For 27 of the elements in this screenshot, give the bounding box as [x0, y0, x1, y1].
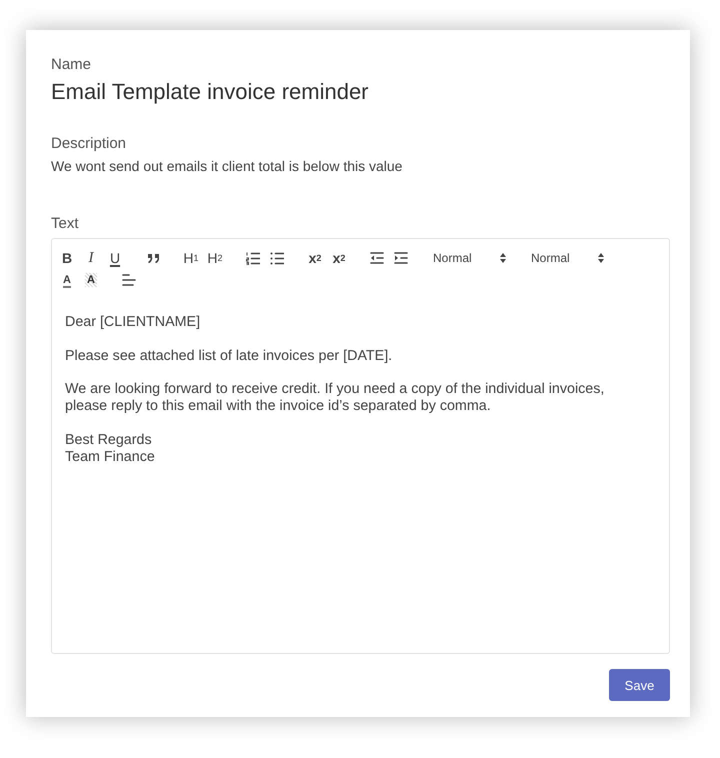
save-button[interactable]: Save [609, 669, 670, 701]
bullet-list-icon [270, 252, 284, 264]
dropdown[interactable]: Normal [427, 247, 525, 269]
italic-button[interactable]: I [79, 247, 103, 269]
body-text: Please see attached list of late invoices per [DATE]. [65, 348, 394, 364]
text-color-button[interactable]: A [55, 269, 79, 291]
body-text: Best Regards [65, 432, 153, 448]
body-text: Dear [CLIENTNAME] [65, 314, 202, 331]
updown-caret-icon [598, 253, 604, 263]
template-name: Email Template invoice reminder [51, 78, 369, 106]
background-color-button[interactable]: A [79, 269, 103, 291]
script-button[interactable]: x$^{2}$ [327, 247, 351, 269]
align-left-icon [122, 274, 136, 286]
underline-button[interactable]: U [103, 247, 127, 269]
indent-icon [394, 252, 408, 264]
description-text: We wont send out emails it client total is below this value [51, 157, 402, 176]
name-label: Name [51, 55, 92, 75]
bold-button[interactable]: B [55, 247, 79, 269]
description-label: Description [51, 134, 126, 154]
updown-caret-icon [500, 253, 506, 263]
numbered-list-icon [246, 252, 260, 264]
text-label: Text [51, 214, 79, 234]
body-text: We are looking forward to receive credit. If you need a copy of the individual invoices, please reply to this email with the invoice id’s separated by comma. [65, 381, 606, 415]
body-text: Team Finance [65, 448, 156, 466]
dropdown[interactable]: Normal [525, 247, 623, 269]
quote-icon [148, 254, 158, 262]
outdent-icon [370, 252, 384, 264]
